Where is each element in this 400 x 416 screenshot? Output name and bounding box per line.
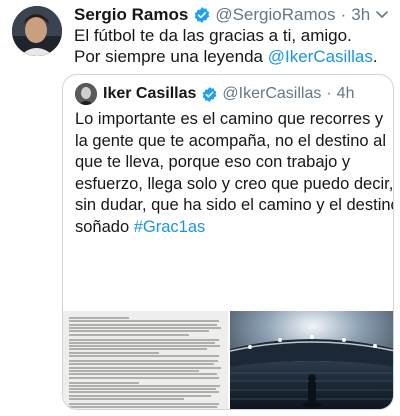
document-text-line [69,341,215,344]
quoted-text-line: que te lleva, porque eso con trabajo y [75,153,351,171]
iker-casillas-avatar[interactable] [75,83,97,105]
document-text-line [69,333,189,336]
document-text-line [69,338,219,341]
tweet-text-segment: . [372,47,378,66]
document-text-line [69,369,199,372]
author-name[interactable]: Sergio Ramos [74,5,188,25]
quoted-tweet-time[interactable]: 4h [337,85,355,103]
document-text-line [69,384,220,387]
tweet-text-line: El fútbol te da las gracias a ti, amigo. [74,26,352,45]
quoted-text-line: soñado #Grac1as [75,217,206,236]
quoted-tweet-header: Iker Casillas @IkerCasillas · 4h [103,84,354,104]
quoted-tweet-text: Lo importante es el camino que recorres … [75,109,394,238]
document-text-line [69,376,219,379]
quoted-text-line: la gente que te acompaña, no el destino … [75,131,386,150]
letter-document-image[interactable] [63,311,228,409]
verified-badge-icon [193,6,211,24]
media-grid [63,311,393,409]
document-text-line [69,391,219,394]
quoted-text-line: Lo importante es el camino que recorres … [75,110,384,128]
document-text-line [69,348,207,351]
document-text-line [69,317,129,319]
document-text-line [69,403,219,405]
document-text-line [69,363,214,366]
chevron-down-icon[interactable] [374,6,390,22]
quoted-text-line: esfuerzo, llega solo y creo que puedo de… [75,174,394,193]
mention-link[interactable]: @IkerCasillas [268,47,373,66]
hashtag-link[interactable]: #Grac1as [134,218,206,236]
document-text-line [69,360,218,362]
document-text-line [69,323,217,326]
document-text-line [69,366,221,369]
document-text-line [69,320,219,323]
document-text-line [69,394,211,397]
document-text-line [69,398,184,400]
time-separator: · [326,85,332,102]
time-separator: · [340,5,347,24]
tweet-text-line: Por siempre una leyenda @IkerCasillas. [74,46,390,67]
document-text-line [69,388,216,391]
author-handle[interactable]: @SergioRamos [215,5,335,25]
tweet-text: El fútbol te da las gracias a ti, amigo.… [74,25,390,67]
document-text-line [69,330,209,333]
document-text-line [69,345,220,348]
document-text-line [69,406,217,409]
sergio-ramos-avatar[interactable] [12,6,62,56]
verified-badge-icon [201,86,218,103]
quoted-author-name[interactable]: Iker Casillas [103,85,196,103]
document-text-line [69,381,139,384]
quoted-text-line: sin dudar, que ha sido el camino y el de… [75,196,394,214]
document-text-line [69,351,159,354]
tweet-header: Sergio Ramos @SergioRamos · 3h [74,5,372,25]
tweet[interactable]: Sergio Ramos @SergioRamos · 3h El fútbol… [0,0,400,416]
document-text-line [69,355,219,357]
tweet-time[interactable]: 3h [351,5,370,25]
quoted-author-handle[interactable]: @IkerCasillas [222,85,321,103]
stadium-photo-image[interactable] [230,311,393,409]
document-text-line [69,373,217,376]
quoted-tweet-card[interactable]: Iker Casillas @IkerCasillas · 4h Lo impo… [62,74,394,410]
document-text-line [69,326,221,329]
tweet-text-segment: Por siempre una leyenda [74,47,268,66]
